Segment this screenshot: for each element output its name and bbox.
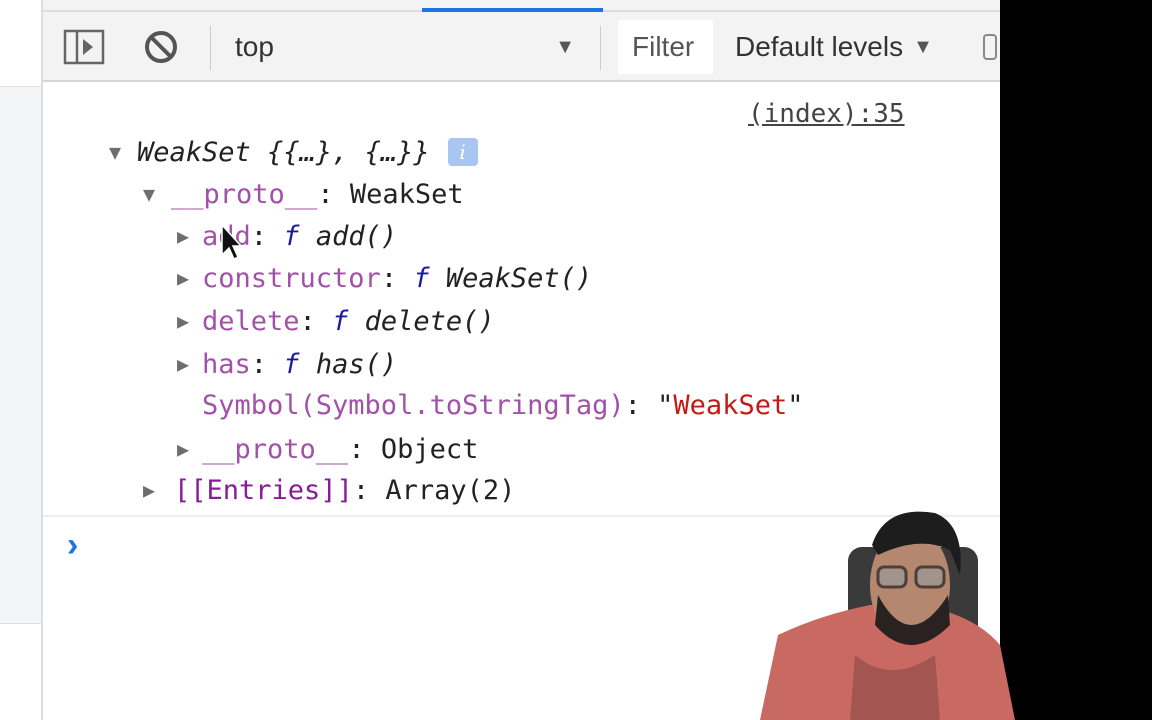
left-panel-section — [0, 86, 41, 624]
mouse-cursor-icon — [221, 223, 241, 261]
collapsed-triangle-icon: ▶ — [177, 352, 190, 376]
proto-object-row[interactable]: ▶ __proto__: Object — [177, 428, 478, 470]
property-key: delete — [202, 305, 300, 337]
collapsed-triangle-icon: ▶ — [143, 478, 156, 502]
gear-icon — [983, 34, 997, 60]
info-icon: i — [447, 138, 478, 166]
log-levels-label: Default levels — [735, 31, 904, 62]
expanded-triangle-icon: ▼ — [143, 182, 156, 206]
chevron-down-icon: ▼ — [555, 35, 575, 58]
function-marker: f — [332, 305, 349, 337]
devtools-tab-bar — [43, 0, 1000, 12]
property-value: Object — [380, 433, 479, 465]
entries-row[interactable]: ▶ [[Entries]]: Array(2) — [143, 469, 515, 511]
webcam-overlay — [760, 511, 1015, 720]
property-key: Symbol(Symbol.toStringTag) — [202, 389, 625, 421]
weakset-root-row[interactable]: ▼ WeakSet {{…}, {…}} i — [109, 131, 478, 173]
property-key: constructor — [202, 262, 381, 294]
property-row-has[interactable]: ▶ has: f has() — [177, 343, 397, 385]
property-row-constructor[interactable]: ▶ constructor: f WeakSet() — [177, 257, 592, 299]
property-value: WeakSet() — [445, 262, 593, 294]
expanded-triangle-icon: ▼ — [109, 140, 122, 164]
collapsed-triangle-icon: ▶ — [177, 224, 190, 248]
log-levels-dropdown[interactable]: Default levels ▼ — [735, 12, 933, 82]
property-value: has() — [315, 348, 398, 380]
property-value: Array(2) — [385, 474, 516, 506]
left-page-panel — [0, 0, 43, 720]
property-key: __proto__ — [202, 433, 349, 465]
property-value: delete() — [364, 305, 495, 337]
clear-console-button[interactable] — [143, 12, 179, 82]
black-margin — [1000, 0, 1152, 720]
sidebar-toggle-icon — [63, 29, 105, 65]
proto-row[interactable]: ▼ __proto__: WeakSet — [143, 173, 464, 215]
property-row-add[interactable]: ▶add: f add() — [177, 215, 397, 257]
property-value: WeakSet — [349, 178, 464, 210]
collapsed-triangle-icon: ▶ — [177, 437, 190, 461]
property-key: [[Entries]] — [174, 474, 353, 506]
clear-console-icon — [145, 31, 177, 63]
context-value: top — [235, 31, 274, 62]
context-selector[interactable]: top ▼ — [235, 12, 580, 82]
property-row-tostringtag: Symbol(Symbol.toStringTag): " WeakSet " — [202, 389, 804, 421]
chevron-down-icon: ▼ — [913, 35, 933, 58]
filter-input[interactable]: Filter — [618, 20, 713, 74]
function-marker: f — [283, 220, 300, 252]
divider — [600, 26, 601, 70]
object-preview: WeakSet {{…}, {…}} — [137, 136, 430, 168]
collapsed-triangle-icon: ▶ — [177, 266, 190, 290]
sidebar-toggle-button[interactable] — [63, 12, 105, 82]
property-key: __proto__ — [171, 178, 318, 210]
settings-button[interactable] — [983, 12, 997, 82]
function-marker: f — [283, 348, 300, 380]
prompt-chevron-icon: › — [67, 525, 79, 564]
collapsed-triangle-icon: ▶ — [177, 309, 190, 333]
property-value: add() — [315, 220, 398, 252]
divider — [210, 26, 211, 70]
filter-placeholder: Filter — [632, 31, 695, 62]
function-marker: f — [413, 262, 430, 294]
console-toolbar: top ▼ Filter Default levels ▼ — [43, 12, 1000, 82]
property-row-delete[interactable]: ▶ delete: f delete() — [177, 300, 495, 342]
property-key: has — [202, 348, 251, 380]
source-link[interactable]: (index):35 — [748, 93, 905, 135]
string-value: WeakSet — [673, 389, 788, 421]
